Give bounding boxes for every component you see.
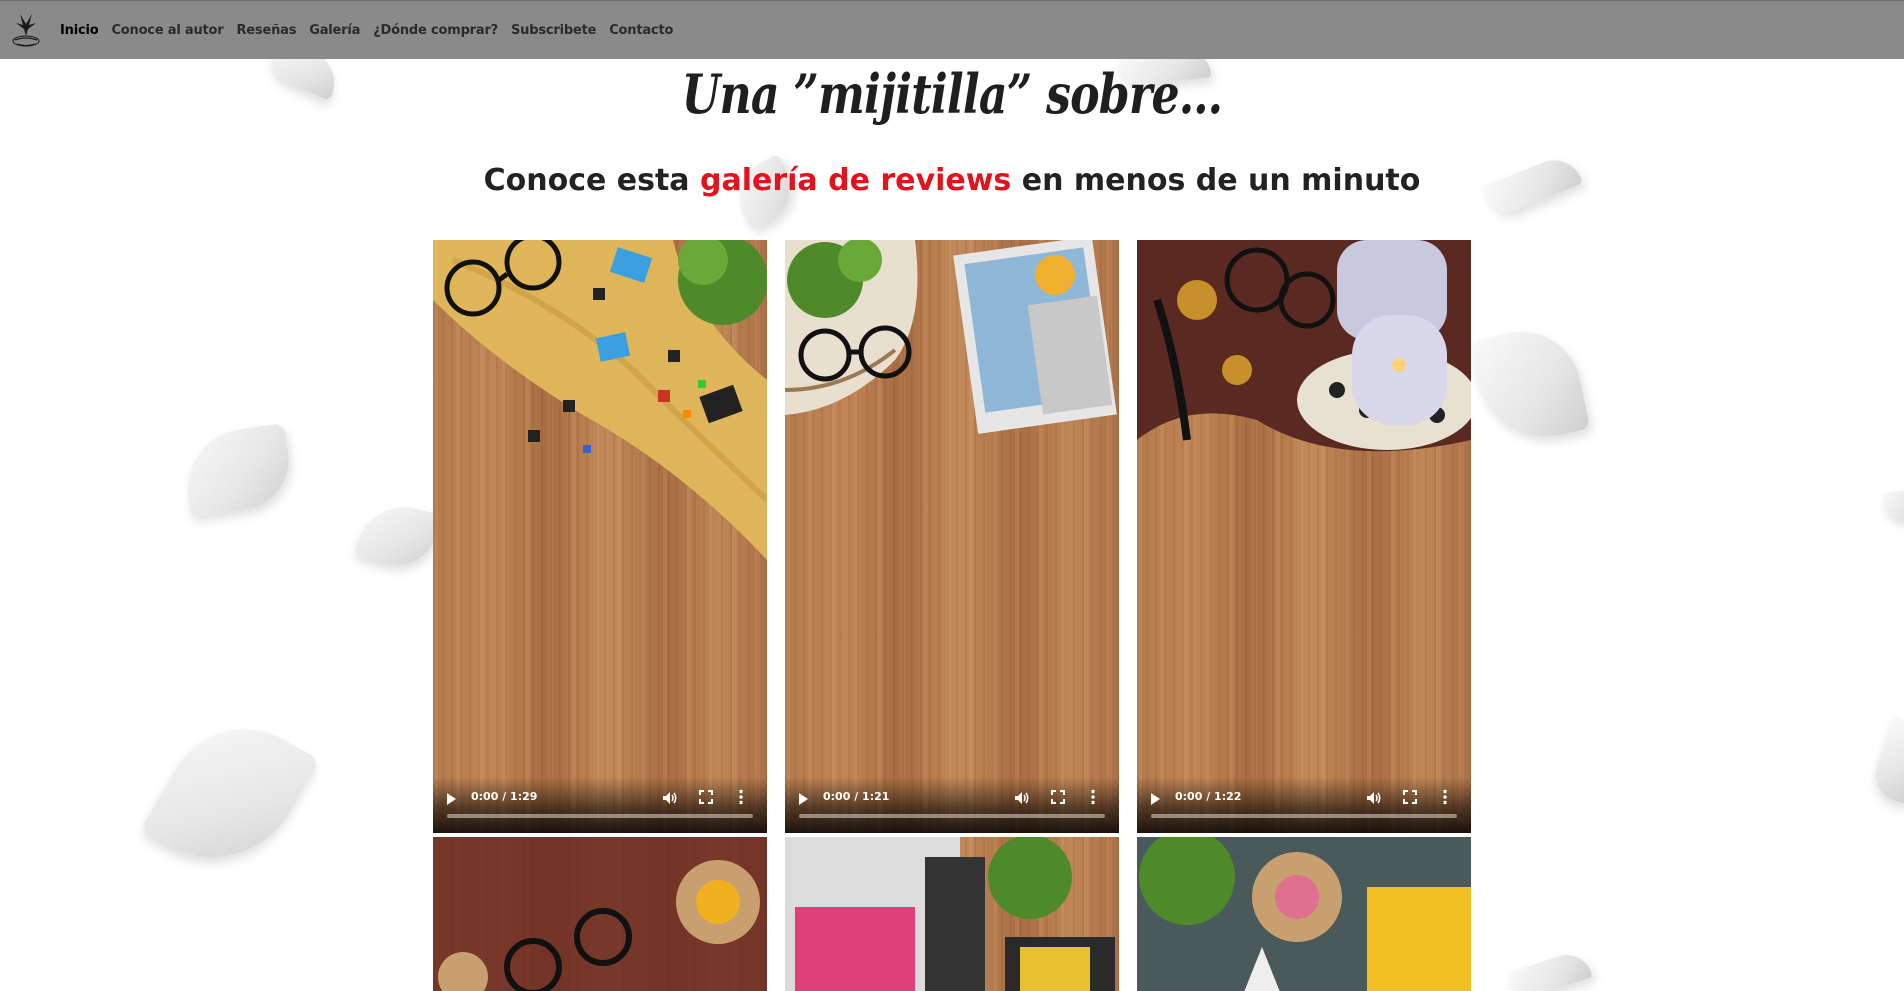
- video-controls: 0:00 / 1:21: [785, 777, 1119, 833]
- video-thumbnail-scene: [785, 240, 1117, 434]
- volume-icon[interactable]: [1013, 789, 1031, 807]
- nav-resenas[interactable]: Reseñas: [237, 23, 297, 38]
- nav-subscribete[interactable]: Subscribete: [511, 23, 596, 38]
- video-player[interactable]: [785, 837, 1119, 991]
- more-options-icon[interactable]: [1443, 789, 1447, 805]
- more-options-icon[interactable]: [739, 789, 743, 805]
- fullscreen-icon[interactable]: [1051, 790, 1065, 804]
- video-player[interactable]: 0:00 / 1:29: [433, 240, 767, 833]
- subtitle-accent: galería de reviews: [700, 163, 1012, 198]
- video-thumbnail-scene: [433, 837, 767, 991]
- video-time: 0:00 / 1:29: [471, 790, 538, 803]
- paper-decoration: [1469, 320, 1591, 450]
- subtitle-text-end: en menos de un minuto: [1011, 163, 1421, 198]
- site-logo[interactable]: [10, 10, 43, 50]
- video-thumbnail-scene: [785, 837, 1115, 991]
- page: Inicio Conoce al autor Reseñas Galería ¿…: [0, 0, 1904, 991]
- paper-decoration: [1507, 948, 1593, 991]
- video-progress-bar[interactable]: [799, 814, 1105, 818]
- video-thumbnail-scene: [1137, 837, 1471, 991]
- paper-decoration: [1868, 715, 1904, 805]
- video-progress-bar[interactable]: [447, 814, 753, 818]
- more-options-icon[interactable]: [1091, 789, 1095, 805]
- subtitle-text-start: Conoce esta: [483, 163, 700, 198]
- video-player[interactable]: [1137, 837, 1471, 991]
- video-time: 0:00 / 1:21: [823, 790, 890, 803]
- nav-galeria[interactable]: Galería: [309, 23, 360, 38]
- video-player[interactable]: 0:00 / 1:22: [1137, 240, 1471, 833]
- video-controls: 0:00 / 1:22: [1137, 777, 1471, 833]
- navbar: Inicio Conoce al autor Reseñas Galería ¿…: [0, 0, 1904, 59]
- page-title: Una ”mijitilla” sobre…: [681, 62, 1223, 126]
- paper-decoration: [353, 496, 442, 574]
- nav-donde-comprar[interactable]: ¿Dónde comprar?: [373, 23, 498, 38]
- video-player[interactable]: 0:00 / 1:21: [785, 240, 1119, 833]
- nav-inicio[interactable]: Inicio: [60, 23, 99, 38]
- play-icon[interactable]: [447, 793, 456, 805]
- video-time: 0:00 / 1:22: [1175, 790, 1242, 803]
- raven-logo-icon: [12, 14, 40, 47]
- nav-contacto[interactable]: Contacto: [609, 23, 673, 38]
- page-subtitle: Conoce esta galería de reviews en menos …: [0, 163, 1904, 198]
- video-thumbnail-scene: [433, 240, 767, 560]
- paper-decoration: [179, 423, 296, 517]
- play-icon[interactable]: [1151, 793, 1160, 805]
- video-progress-bar[interactable]: [1151, 814, 1457, 818]
- volume-icon[interactable]: [661, 789, 679, 807]
- video-thumbnail-scene: [1137, 240, 1471, 452]
- nav-conoce-al-autor[interactable]: Conoce al autor: [111, 23, 223, 38]
- video-player[interactable]: [433, 837, 767, 991]
- fullscreen-icon[interactable]: [699, 790, 713, 804]
- paper-decoration: [140, 700, 320, 890]
- paper-decoration: [1881, 486, 1904, 524]
- volume-icon[interactable]: [1365, 789, 1383, 807]
- play-icon[interactable]: [799, 793, 808, 805]
- fullscreen-icon[interactable]: [1403, 790, 1417, 804]
- video-controls: 0:00 / 1:29: [433, 777, 767, 833]
